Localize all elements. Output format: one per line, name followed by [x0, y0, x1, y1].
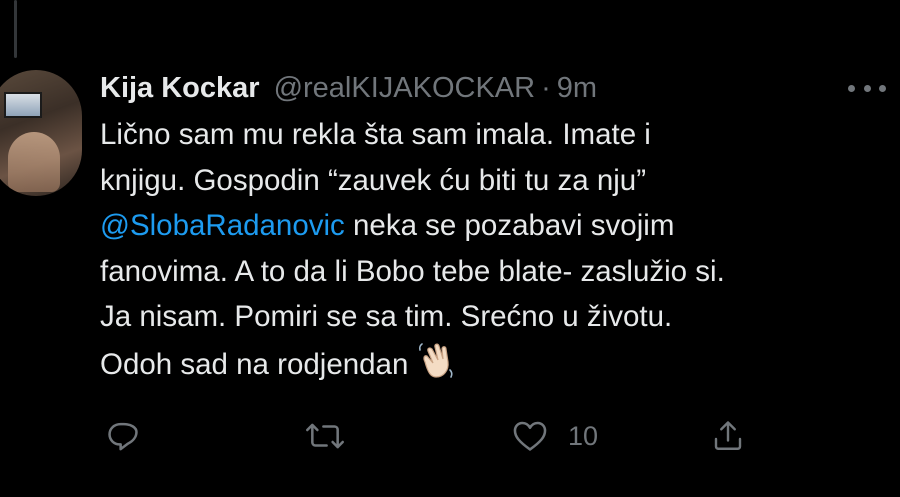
avatar-photo-subject	[8, 132, 60, 192]
share-button[interactable]	[710, 414, 746, 458]
more-dot	[863, 84, 871, 92]
retweet-icon	[304, 417, 346, 455]
tweet-text-line: @SlobaRadanovic neka se pozabavi svojim	[100, 203, 890, 249]
like-button[interactable]: 10	[510, 414, 598, 458]
tweet-action-bar: 10	[100, 414, 780, 458]
tweet-text-line: fanovima. A to da li Bobo tebe blate- za…	[100, 254, 725, 288]
retweet-button[interactable]	[304, 414, 346, 458]
reply-icon	[104, 417, 142, 455]
avatar[interactable]	[0, 70, 82, 196]
waving-hand-emoji-icon	[416, 340, 456, 394]
share-icon	[710, 417, 746, 455]
tweet-header: Kija Kockar @realKIJAKOCKAR · 9m	[100, 68, 597, 108]
heart-icon	[510, 417, 550, 455]
user-handle[interactable]: @realKIJAKOCKAR	[274, 72, 536, 105]
more-dot	[848, 84, 855, 92]
tweet-text-line: Ja nisam. Pomiri se sa tim. Srećno u živ…	[100, 300, 673, 333]
reply-button[interactable]	[104, 414, 142, 458]
mention-link[interactable]: @SlobaRadanovic	[100, 209, 345, 242]
tweet-text-line: Lično sam mu rekla šta sam imala. Imate …	[100, 118, 651, 151]
tweet-text-line: Odoh sad na rodjendan	[100, 340, 890, 394]
thread-connector-line	[14, 0, 17, 58]
separator-dot: ·	[541, 71, 551, 104]
timestamp[interactable]: 9m	[557, 72, 597, 105]
tweet-text-line: knjigu. Gospodin “zauvek ću biti tu za n…	[100, 163, 647, 197]
display-name[interactable]: Kija Kockar	[100, 72, 260, 105]
tweet-text-fragment: Odoh sad na rodjendan	[100, 347, 409, 381]
tweet-text-fragment: neka se pozabavi svojim	[353, 209, 675, 242]
avatar-photo-detail	[4, 92, 42, 118]
more-dot	[879, 84, 886, 92]
more-options-icon[interactable]	[848, 76, 886, 100]
tweet-text: Lično sam mu rekla šta sam imala. Imate …	[100, 112, 890, 393]
like-count: 10	[568, 420, 599, 451]
